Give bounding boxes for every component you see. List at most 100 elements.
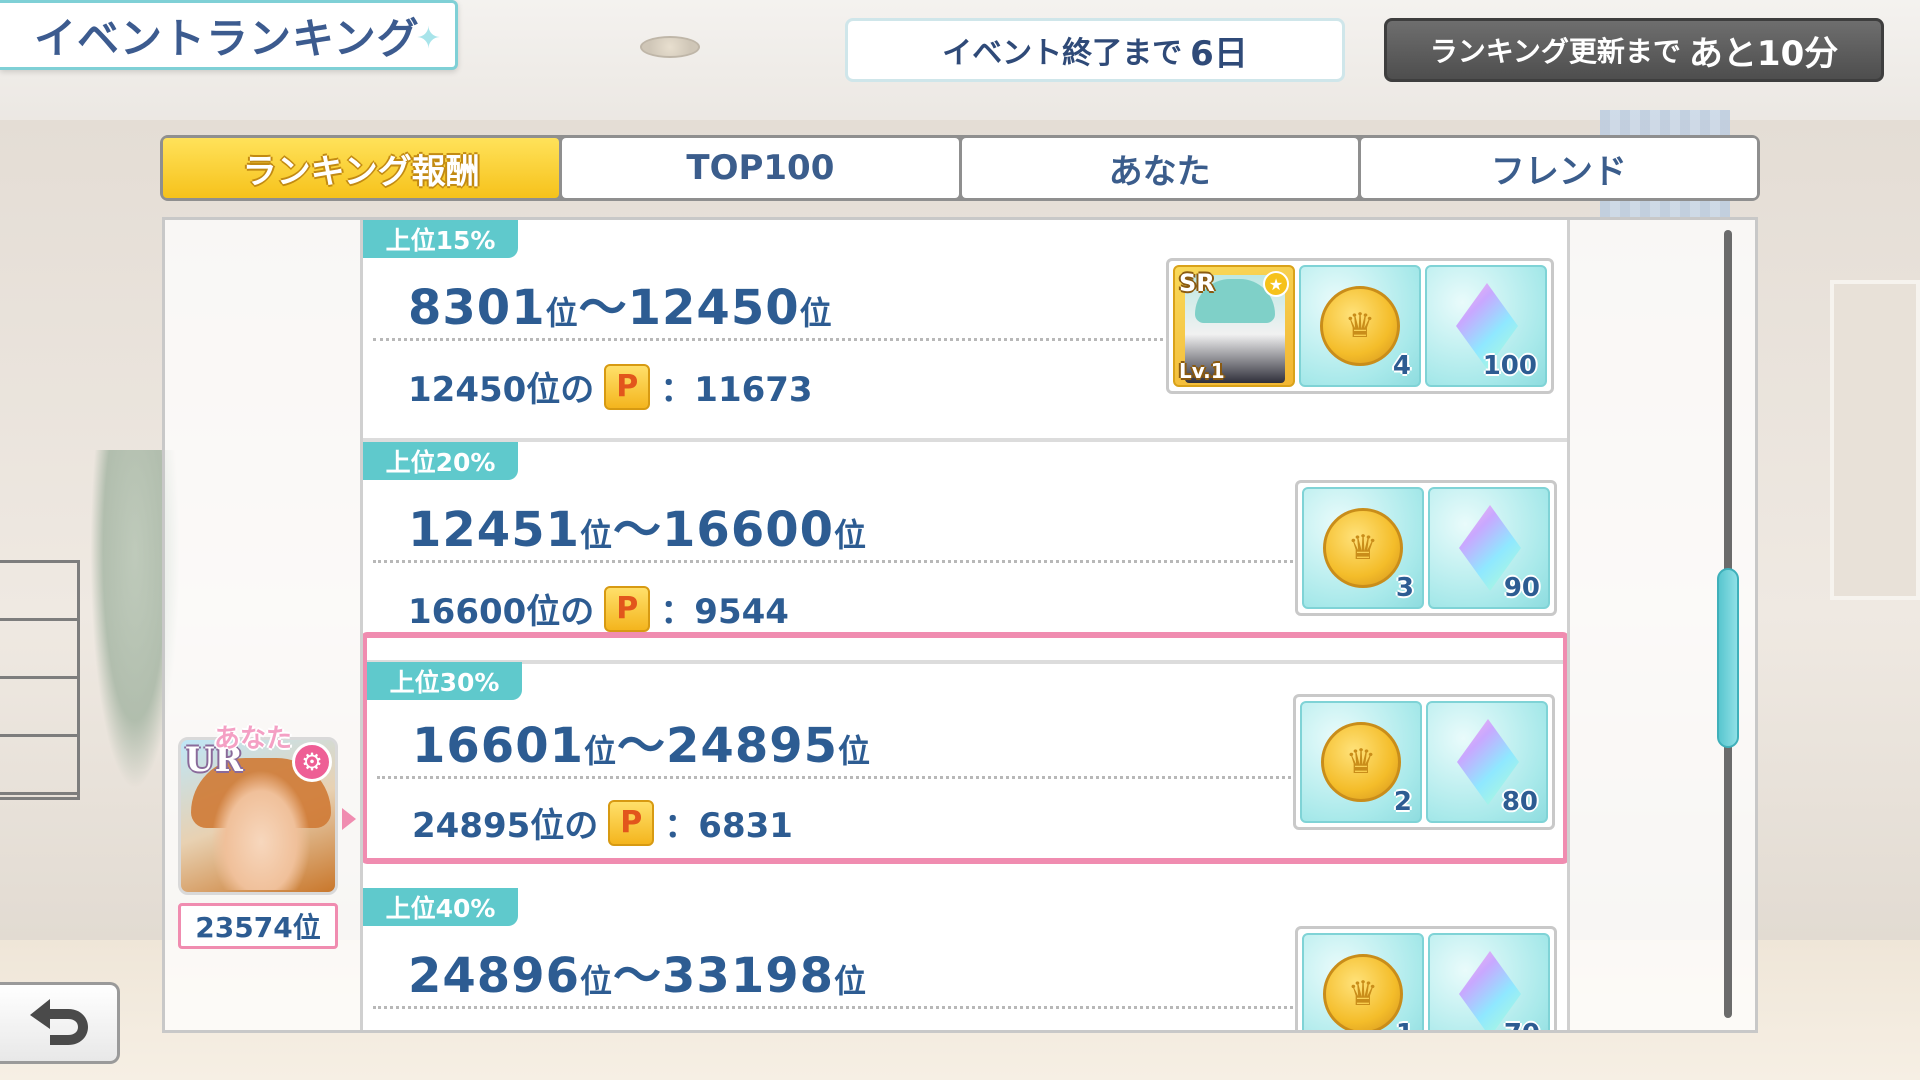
- back-arrow-icon: [29, 999, 88, 1045]
- rank-tilde: ～: [617, 718, 667, 774]
- reward-quantity: 70: [1504, 1019, 1540, 1030]
- your-rank: 23574位: [178, 903, 338, 949]
- coin-icon: ♛: [1321, 722, 1401, 802]
- points-line: 12450位の P ：11673: [408, 362, 813, 411]
- coin-icon: ♛: [1323, 954, 1403, 1030]
- tier-percent-badge: 上位40%: [363, 888, 518, 926]
- ranking-update-timer: ランキング更新まで あと10分: [1384, 18, 1884, 82]
- reward-coin[interactable]: ♛ 2: [1300, 701, 1422, 823]
- reward-gem[interactable]: 100: [1425, 265, 1547, 387]
- reward-quantity: 100: [1482, 351, 1537, 381]
- dotted-divider: [373, 560, 1293, 563]
- points-value: ：6831: [664, 806, 793, 846]
- reward-tier-row: 上位15% 8301位～12450位 12450位の P ：11673 SR ★…: [363, 220, 1567, 442]
- back-button[interactable]: [0, 982, 120, 1064]
- rank-suffix: 位: [580, 516, 614, 554]
- rank-suffix: 位: [545, 294, 579, 332]
- reward-items: ♛ 3 90: [1295, 480, 1557, 616]
- card-level-label: Lv.1: [1179, 359, 1225, 383]
- rank-tilde: ～: [613, 502, 663, 558]
- rank-end: 16600: [662, 502, 835, 558]
- reward-tier-row: 上位20% 12451位～16600位 16600位の P ：9544 ♛ 3 …: [363, 442, 1567, 664]
- rank-start: 16601: [412, 718, 584, 774]
- points-value: ：11673: [660, 370, 813, 410]
- gear-icon: ⚙: [292, 742, 332, 782]
- rank-range: 24896位～33198位: [408, 936, 867, 1006]
- rank-suffix: 位: [580, 962, 614, 1000]
- rank-suffix: 位: [834, 962, 868, 1000]
- rank-range: 12451位～16600位: [408, 490, 867, 560]
- reward-tier-row: 上位40% 24896位～33198位 ♛ 1 70: [363, 888, 1567, 1030]
- rank-start: 8301: [408, 280, 546, 336]
- dotted-divider: [373, 338, 1163, 341]
- reward-card-sr[interactable]: SR ★ Lv.1: [1173, 265, 1295, 387]
- reward-quantity: 2: [1393, 787, 1412, 817]
- points-label: 24895位の: [412, 806, 599, 846]
- dotted-divider: [373, 1006, 1293, 1009]
- reward-coin[interactable]: ♛ 1: [1302, 933, 1424, 1030]
- reward-gem[interactable]: 90: [1428, 487, 1550, 609]
- points-line: 24895位の P ：6831: [412, 798, 793, 847]
- reward-quantity: 4: [1392, 351, 1411, 381]
- reward-quantity: 3: [1395, 573, 1414, 603]
- event-remaining-value: 6日: [1190, 33, 1248, 74]
- scrollbar-thumb[interactable]: [1717, 568, 1739, 748]
- tab-you[interactable]: あなた: [961, 138, 1358, 198]
- tab-friends[interactable]: フレンド: [1360, 138, 1757, 198]
- rank-end: 12450: [627, 280, 800, 336]
- current-position-arrow: [342, 808, 356, 830]
- points-label: 12450位の: [408, 370, 595, 410]
- reward-items: SR ★ Lv.1 ♛ 4 100: [1166, 258, 1554, 394]
- points-label: 16600位の: [408, 592, 595, 632]
- ranking-update-value: あと10分: [1688, 33, 1839, 74]
- tier-percent-badge: 上位15%: [363, 220, 518, 258]
- card-portrait: [211, 770, 311, 890]
- reward-coin[interactable]: ♛ 3: [1302, 487, 1424, 609]
- rank-start: 24896: [408, 948, 580, 1004]
- reward-tier-list[interactable]: 上位15% 8301位～12450位 12450位の P ：11673 SR ★…: [360, 220, 1570, 1030]
- tier-percent-badge: 上位30%: [367, 662, 522, 700]
- tab-ranking-rewards[interactable]: ランキング報酬: [163, 138, 560, 198]
- reward-quantity: 90: [1503, 573, 1540, 603]
- points-value: ：9544: [660, 592, 789, 632]
- coin-icon: ♛: [1320, 286, 1400, 366]
- rank-tilde: ～: [578, 280, 628, 336]
- rank-range: 16601位～24895位: [412, 706, 871, 776]
- reward-gem[interactable]: 80: [1426, 701, 1548, 823]
- background-door: [1830, 280, 1920, 600]
- rank-suffix: 位: [584, 732, 618, 770]
- sparkle-icon: ✦: [415, 21, 441, 56]
- page-title-box: イベントランキング ✦: [0, 0, 458, 70]
- reward-gem[interactable]: 70: [1428, 933, 1550, 1030]
- you-tag: あなた: [214, 724, 293, 754]
- points-icon: P: [604, 363, 651, 410]
- reward-quantity: 80: [1501, 787, 1538, 817]
- rank-tilde: ～: [613, 948, 663, 1004]
- rank-suffix: 位: [834, 516, 868, 554]
- reward-coin[interactable]: ♛ 4: [1299, 265, 1421, 387]
- rank-end: 33198: [662, 948, 835, 1004]
- card-rarity-label: SR: [1179, 269, 1215, 297]
- coin-icon: ♛: [1323, 508, 1403, 588]
- rewards-panel: 上位15% 8301位～12450位 12450位の P ：11673 SR ★…: [162, 217, 1758, 1033]
- tab-top100[interactable]: TOP100: [562, 138, 959, 198]
- reward-items: ♛ 2 80: [1293, 694, 1555, 830]
- points-icon: P: [604, 585, 651, 632]
- points-line: 16600位の P ：9544: [408, 584, 789, 633]
- event-remaining-label: イベント終了まで: [942, 36, 1183, 71]
- dotted-divider: [377, 776, 1297, 779]
- background-shelf: [0, 560, 80, 800]
- ranking-update-label: ランキング更新まで: [1429, 35, 1681, 68]
- reward-tier-row-current: 上位30% 16601位～24895位 24895位の P ：6831 ♛ 2 …: [363, 632, 1567, 864]
- tier-percent-badge: 上位20%: [363, 442, 518, 480]
- rank-start: 12451: [408, 502, 580, 558]
- ceiling-light: [640, 36, 700, 58]
- reward-quantity: 1: [1396, 1019, 1414, 1030]
- event-remaining-timer: イベント終了まで 6日: [845, 18, 1345, 82]
- page-title: イベントランキング: [34, 13, 420, 63]
- rank-suffix: 位: [838, 732, 872, 770]
- reward-items: ♛ 1 70: [1295, 926, 1557, 1030]
- points-icon: P: [608, 799, 655, 846]
- rank-range: 8301位～12450位: [408, 268, 833, 338]
- rank-end: 24895: [666, 718, 839, 774]
